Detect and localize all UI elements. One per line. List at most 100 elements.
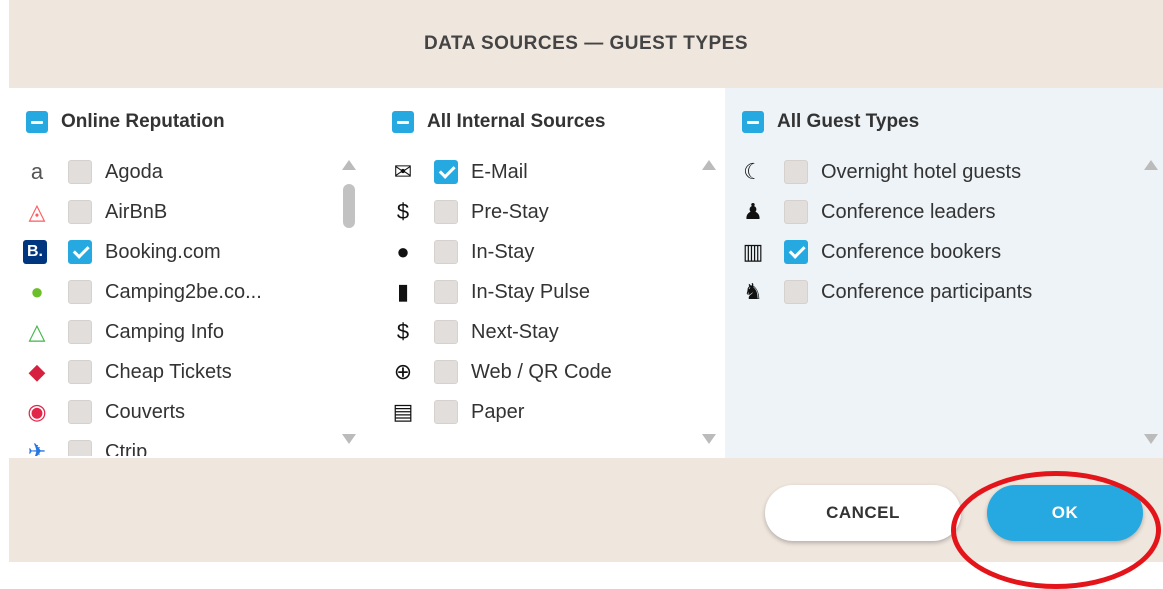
list-item[interactable]: ◬ AirBnB [23,192,343,232]
list-item[interactable]: ♟ Conference leaders [739,192,1129,232]
list-item[interactable]: ⊕ Web / QR Code [389,352,709,392]
booking-icon: B. [23,240,47,264]
item-label: Conference leaders [821,200,996,223]
list-item[interactable]: ▮ In-Stay Pulse [389,272,709,312]
column-header-label: All Guest Types [777,111,920,132]
item-label: Camping2be.co... [105,280,262,303]
item-label: Next-Stay [471,320,559,343]
item-checkbox[interactable] [434,400,458,424]
couverts-icon: ◉ [27,399,47,424]
scrollbar[interactable] [339,154,359,450]
list-item[interactable]: ▤ Paper [389,392,709,432]
list-item[interactable]: ✈ Ctrip [23,432,343,456]
dialog-footer: CANCEL OK [9,458,1163,562]
camping2be-icon: ● [30,279,44,304]
camping-info-icon: △ [28,319,46,344]
scrollbar[interactable] [699,154,719,450]
column-online-reputation: Online Reputation a Agoda ◬ AirBnB B. Booking… [9,88,375,458]
item-checkbox[interactable] [434,240,458,264]
item-label: Conference participants [821,280,1033,303]
item-label: Pre-Stay [471,200,549,223]
select-all-internal-sources[interactable]: All Internal Sources [392,108,605,136]
pulse-icon: ▮ [396,279,410,304]
item-checkbox[interactable] [68,400,92,424]
airbnb-icon: ◬ [28,199,46,224]
item-label: Conference bookers [821,240,1002,263]
list-item[interactable]: ▥ Conference bookers [739,232,1129,272]
item-checkbox[interactable] [434,160,458,184]
select-all-guest-types[interactable]: All Guest Types [742,108,919,136]
item-checkbox[interactable] [784,280,808,304]
column-guest-types: All Guest Types ☾ Overnight hotel guests ♟… [725,88,1163,458]
list-item[interactable]: B. Booking.com [23,232,343,272]
scroll-down-icon[interactable] [1144,434,1158,444]
columns-area: Online Reputation a Agoda ◬ AirBnB B. Booking… [9,88,1163,458]
list-item[interactable]: ◉ Couverts [23,392,343,432]
globe-icon: ⊕ [393,359,413,384]
item-checkbox[interactable] [784,240,808,264]
select-all-online-reputation[interactable]: Online Reputation [26,108,225,136]
list-item[interactable]: a Agoda [23,152,343,192]
ctrip-icon: ✈ [27,439,47,456]
list-item[interactable]: $ Next-Stay [389,312,709,352]
guest-types-list: ☾ Overnight hotel guests ♟ Conference leade… [739,152,1129,456]
item-label: Overnight hotel guests [821,160,1022,183]
online-reputation-list: a Agoda ◬ AirBnB B. Booking.com ● Camping2be.co… [23,152,343,456]
document-icon: ▤ [392,399,414,424]
book-icon: ▥ [742,239,764,264]
cancel-button[interactable]: CANCEL [765,485,961,541]
scroll-up-icon[interactable] [342,160,356,170]
list-item[interactable]: ● Camping2be.co... [23,272,343,312]
item-checkbox[interactable] [434,360,458,384]
leader-icon: ♟ [743,199,763,224]
item-label: In-Stay Pulse [471,280,590,303]
item-checkbox[interactable] [434,280,458,304]
item-checkbox[interactable] [68,360,92,384]
list-item[interactable]: ☾ Overnight hotel guests [739,152,1129,192]
item-checkbox[interactable] [434,320,458,344]
item-label: Web / QR Code [471,360,612,383]
cheap-tickets-icon: ◆ [28,359,46,384]
scroll-thumb[interactable] [343,184,355,228]
item-checkbox[interactable] [68,240,92,264]
list-item[interactable]: $ Pre-Stay [389,192,709,232]
item-checkbox[interactable] [68,160,92,184]
item-checkbox[interactable] [784,200,808,224]
item-checkbox[interactable] [68,280,92,304]
agoda-icon: a [30,159,44,184]
item-checkbox[interactable] [784,160,808,184]
scrollbar[interactable] [1141,154,1161,450]
list-item[interactable]: ♞ Conference participants [739,272,1129,312]
scroll-down-icon[interactable] [702,434,716,444]
list-item[interactable]: ◆ Cheap Tickets [23,352,343,392]
item-label: Couverts [105,400,186,423]
speech-bubble-icon: ● [396,239,410,264]
scroll-up-icon[interactable] [702,160,716,170]
scroll-up-icon[interactable] [1144,160,1158,170]
ok-button[interactable]: OK [987,485,1143,541]
item-label: E-Mail [471,160,528,183]
item-label: In-Stay [471,240,535,263]
data-sources-dialog: DATA SOURCES — GUEST TYPES Online Reputa… [9,0,1163,562]
item-label: Booking.com [105,240,221,263]
item-checkbox[interactable] [68,200,92,224]
item-label: AirBnB [105,200,168,223]
item-checkbox[interactable] [68,440,92,456]
partial-select-icon[interactable] [392,111,414,133]
email-icon: ✉ [393,159,413,184]
scroll-down-icon[interactable] [342,434,356,444]
item-checkbox[interactable] [434,200,458,224]
list-item[interactable]: ✉ E-Mail [389,152,709,192]
item-label: Agoda [105,160,163,183]
list-item[interactable]: △ Camping Info [23,312,343,352]
item-checkbox[interactable] [68,320,92,344]
dollar-icon: $ [396,319,410,344]
partial-select-icon[interactable] [742,111,764,133]
item-label: Paper [471,400,525,423]
item-label: Cheap Tickets [105,360,232,383]
dialog-title: DATA SOURCES — GUEST TYPES [423,33,749,54]
column-header-label: All Internal Sources [427,111,606,132]
column-internal-sources: All Internal Sources ✉ E-Mail $ Pre-Stay ● In… [375,88,725,458]
list-item[interactable]: ● In-Stay [389,232,709,272]
partial-select-icon[interactable] [26,111,48,133]
